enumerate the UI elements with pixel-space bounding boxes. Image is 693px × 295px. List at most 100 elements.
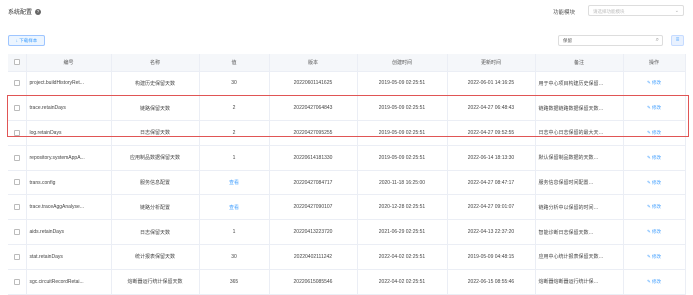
view-link[interactable]: 查看 <box>229 180 239 186</box>
cell-updated: 2022-06-14 18:13:30 <box>447 145 536 171</box>
header-select-all[interactable] <box>8 54 27 72</box>
cell-created: 2020-11-18 16:25:00 <box>357 170 448 196</box>
module-select[interactable]: 请选择功能模块 ⌄ <box>588 5 684 16</box>
cell-name: 链路保留天数 <box>111 95 200 122</box>
help-icon[interactable]: ? <box>35 9 42 16</box>
edit-link[interactable]: ✎ 修改 <box>647 155 661 160</box>
header-updated: 更新时间 <box>447 54 536 72</box>
row-checkbox-cell[interactable] <box>8 170 27 196</box>
row-checkbox[interactable] <box>13 154 20 161</box>
edit-link[interactable]: ✎ 修改 <box>647 130 661 135</box>
cell-value: 查看 <box>199 194 270 221</box>
cell-version: 20220427064843 <box>269 95 358 122</box>
row-checkbox[interactable] <box>13 179 20 186</box>
search-input[interactable]: 保留 ⌕ <box>558 35 663 46</box>
edit-link[interactable]: ✎ 修改 <box>647 105 661 110</box>
row-checkbox[interactable] <box>13 204 20 211</box>
cell-created: 2019-05-09 02:25:51 <box>357 120 448 146</box>
top-bar: 系统配置? 功能模块 请选择功能模块 ⌄ <box>0 0 693 24</box>
row-checkbox-cell[interactable] <box>8 269 27 295</box>
cell-created: 2020-12-28 02:25:51 <box>357 194 448 221</box>
cell-created: 2019-05-09 02:25:51 <box>357 95 448 122</box>
select-all-checkbox[interactable] <box>13 59 20 66</box>
table-body: project.buildHistoryRet... 构建历史保留天数 30 2… <box>8 71 686 295</box>
cell-version: 20220427090107 <box>269 194 358 221</box>
cell-remark: 链路数据链路数据保留天数… <box>535 95 624 122</box>
table-row: log.retainDays 日志保留天数 2 20220427095255 2… <box>8 120 686 146</box>
edit-link[interactable]: ✎ 修改 <box>647 180 661 185</box>
cell-updated: 2022-04-27 06:48:43 <box>447 95 536 122</box>
table-row: trace.traceAggAnalyse... 链路分析配置 查看 20220… <box>8 194 686 221</box>
header-version: 版本 <box>269 54 358 72</box>
cell-version: 20220614181330 <box>269 145 358 171</box>
cell-action: ✎ 修改 <box>623 244 686 270</box>
header-name: 名称 <box>111 54 200 72</box>
edit-link[interactable]: ✎ 修改 <box>647 229 661 234</box>
module-label: 功能模块 <box>553 10 576 16</box>
cell-remark: 应用中心统计报表保留天数… <box>535 244 624 270</box>
cell-remark: 用于中心项目构建历史保留… <box>535 71 624 97</box>
row-checkbox-cell[interactable] <box>8 194 27 221</box>
row-checkbox-cell[interactable] <box>8 219 27 246</box>
cell-name: 应用制品数据保留天数 <box>111 145 200 171</box>
header-value: 值 <box>199 54 270 72</box>
edit-link[interactable]: ✎ 修改 <box>647 80 661 85</box>
cell-code: trace.retainDays <box>26 95 112 122</box>
cell-code: log.retainDays <box>26 120 112 146</box>
cell-code: project.buildHistoryRet... <box>26 71 112 97</box>
cell-updated: 2022-06-01 14:16:25 <box>447 71 536 97</box>
cell-name: 构建历史保留天数 <box>111 71 200 97</box>
header-action: 操作 <box>623 54 686 72</box>
row-checkbox-cell[interactable] <box>8 145 27 171</box>
cell-updated: 2022-04-13 22:37:20 <box>447 219 536 246</box>
page-title-text: 系统配置 <box>8 10 33 16</box>
cell-code: trans.config <box>26 170 112 196</box>
table-row: stat.retainDays 统计报表保留天数 30 202204021112… <box>8 244 686 270</box>
cell-action: ✎ 修改 <box>623 194 686 221</box>
row-checkbox-cell[interactable] <box>8 71 27 97</box>
cell-value: 1 <box>199 219 270 246</box>
row-checkbox[interactable] <box>13 129 20 136</box>
cell-created: 2021-06-29 02:25:51 <box>357 219 448 246</box>
columns-button[interactable]: ≡ <box>671 35 684 46</box>
table-header-row: 编号 名称 值 版本 创建时间 更新时间 备注 操作 <box>8 54 686 72</box>
cell-version: 20220601141625 <box>269 71 358 97</box>
cell-code: aids.retainDays <box>26 219 112 246</box>
row-checkbox[interactable] <box>13 253 20 260</box>
cell-value: 365 <box>199 269 270 295</box>
cell-name: 日志保留天数 <box>111 219 200 246</box>
cell-name: 链路分析配置 <box>111 194 200 221</box>
cell-remark: 服务信息保留时间配置… <box>535 170 624 196</box>
edit-link[interactable]: ✎ 修改 <box>647 204 661 209</box>
table-row: trans.config 服务信息配置 查看 20220427084717 20… <box>8 170 686 196</box>
cell-updated: 2022-06-15 08:55:46 <box>447 269 536 295</box>
cell-name: 统计报表保留天数 <box>111 244 200 270</box>
row-checkbox-cell[interactable] <box>8 244 27 270</box>
module-select-placeholder: 请选择功能模块 <box>593 9 625 14</box>
row-checkbox[interactable] <box>13 80 20 87</box>
table-row: repository.systemAppA... 应用制品数据保留天数 1 20… <box>8 145 686 171</box>
view-link[interactable]: 查看 <box>229 205 239 211</box>
cell-code: repository.systemAppA... <box>26 145 112 171</box>
edit-link[interactable]: ✎ 修改 <box>647 254 661 259</box>
cell-value: 1 <box>199 145 270 171</box>
cell-action: ✎ 修改 <box>623 71 686 97</box>
cell-updated: 2022-04-27 09:01:07 <box>447 194 536 221</box>
cell-updated: 2022-04-27 08:47:17 <box>447 170 536 196</box>
header-created: 创建时间 <box>357 54 448 72</box>
header-code: 编号 <box>26 54 112 72</box>
row-checkbox[interactable] <box>13 105 20 112</box>
row-checkbox[interactable] <box>13 229 20 236</box>
row-checkbox-cell[interactable] <box>8 95 27 122</box>
row-checkbox-cell[interactable] <box>8 120 27 146</box>
cell-action: ✎ 修改 <box>623 219 686 246</box>
cell-remark: 默认保留制品数据的天数… <box>535 145 624 171</box>
page-title: 系统配置? <box>8 7 42 16</box>
table-row: aids.retainDays 日志保留天数 1 20220413223720 … <box>8 219 686 246</box>
header-remark: 备注 <box>535 54 624 72</box>
cell-version: 20220402111242 <box>269 244 358 270</box>
cell-action: ✎ 修改 <box>623 95 686 122</box>
search-icon[interactable]: ⌕ <box>656 37 659 44</box>
cell-updated: 2022-04-27 09:52:55 <box>447 120 536 146</box>
download-sample-button[interactable]: ↓ 下载样本 <box>8 35 45 46</box>
